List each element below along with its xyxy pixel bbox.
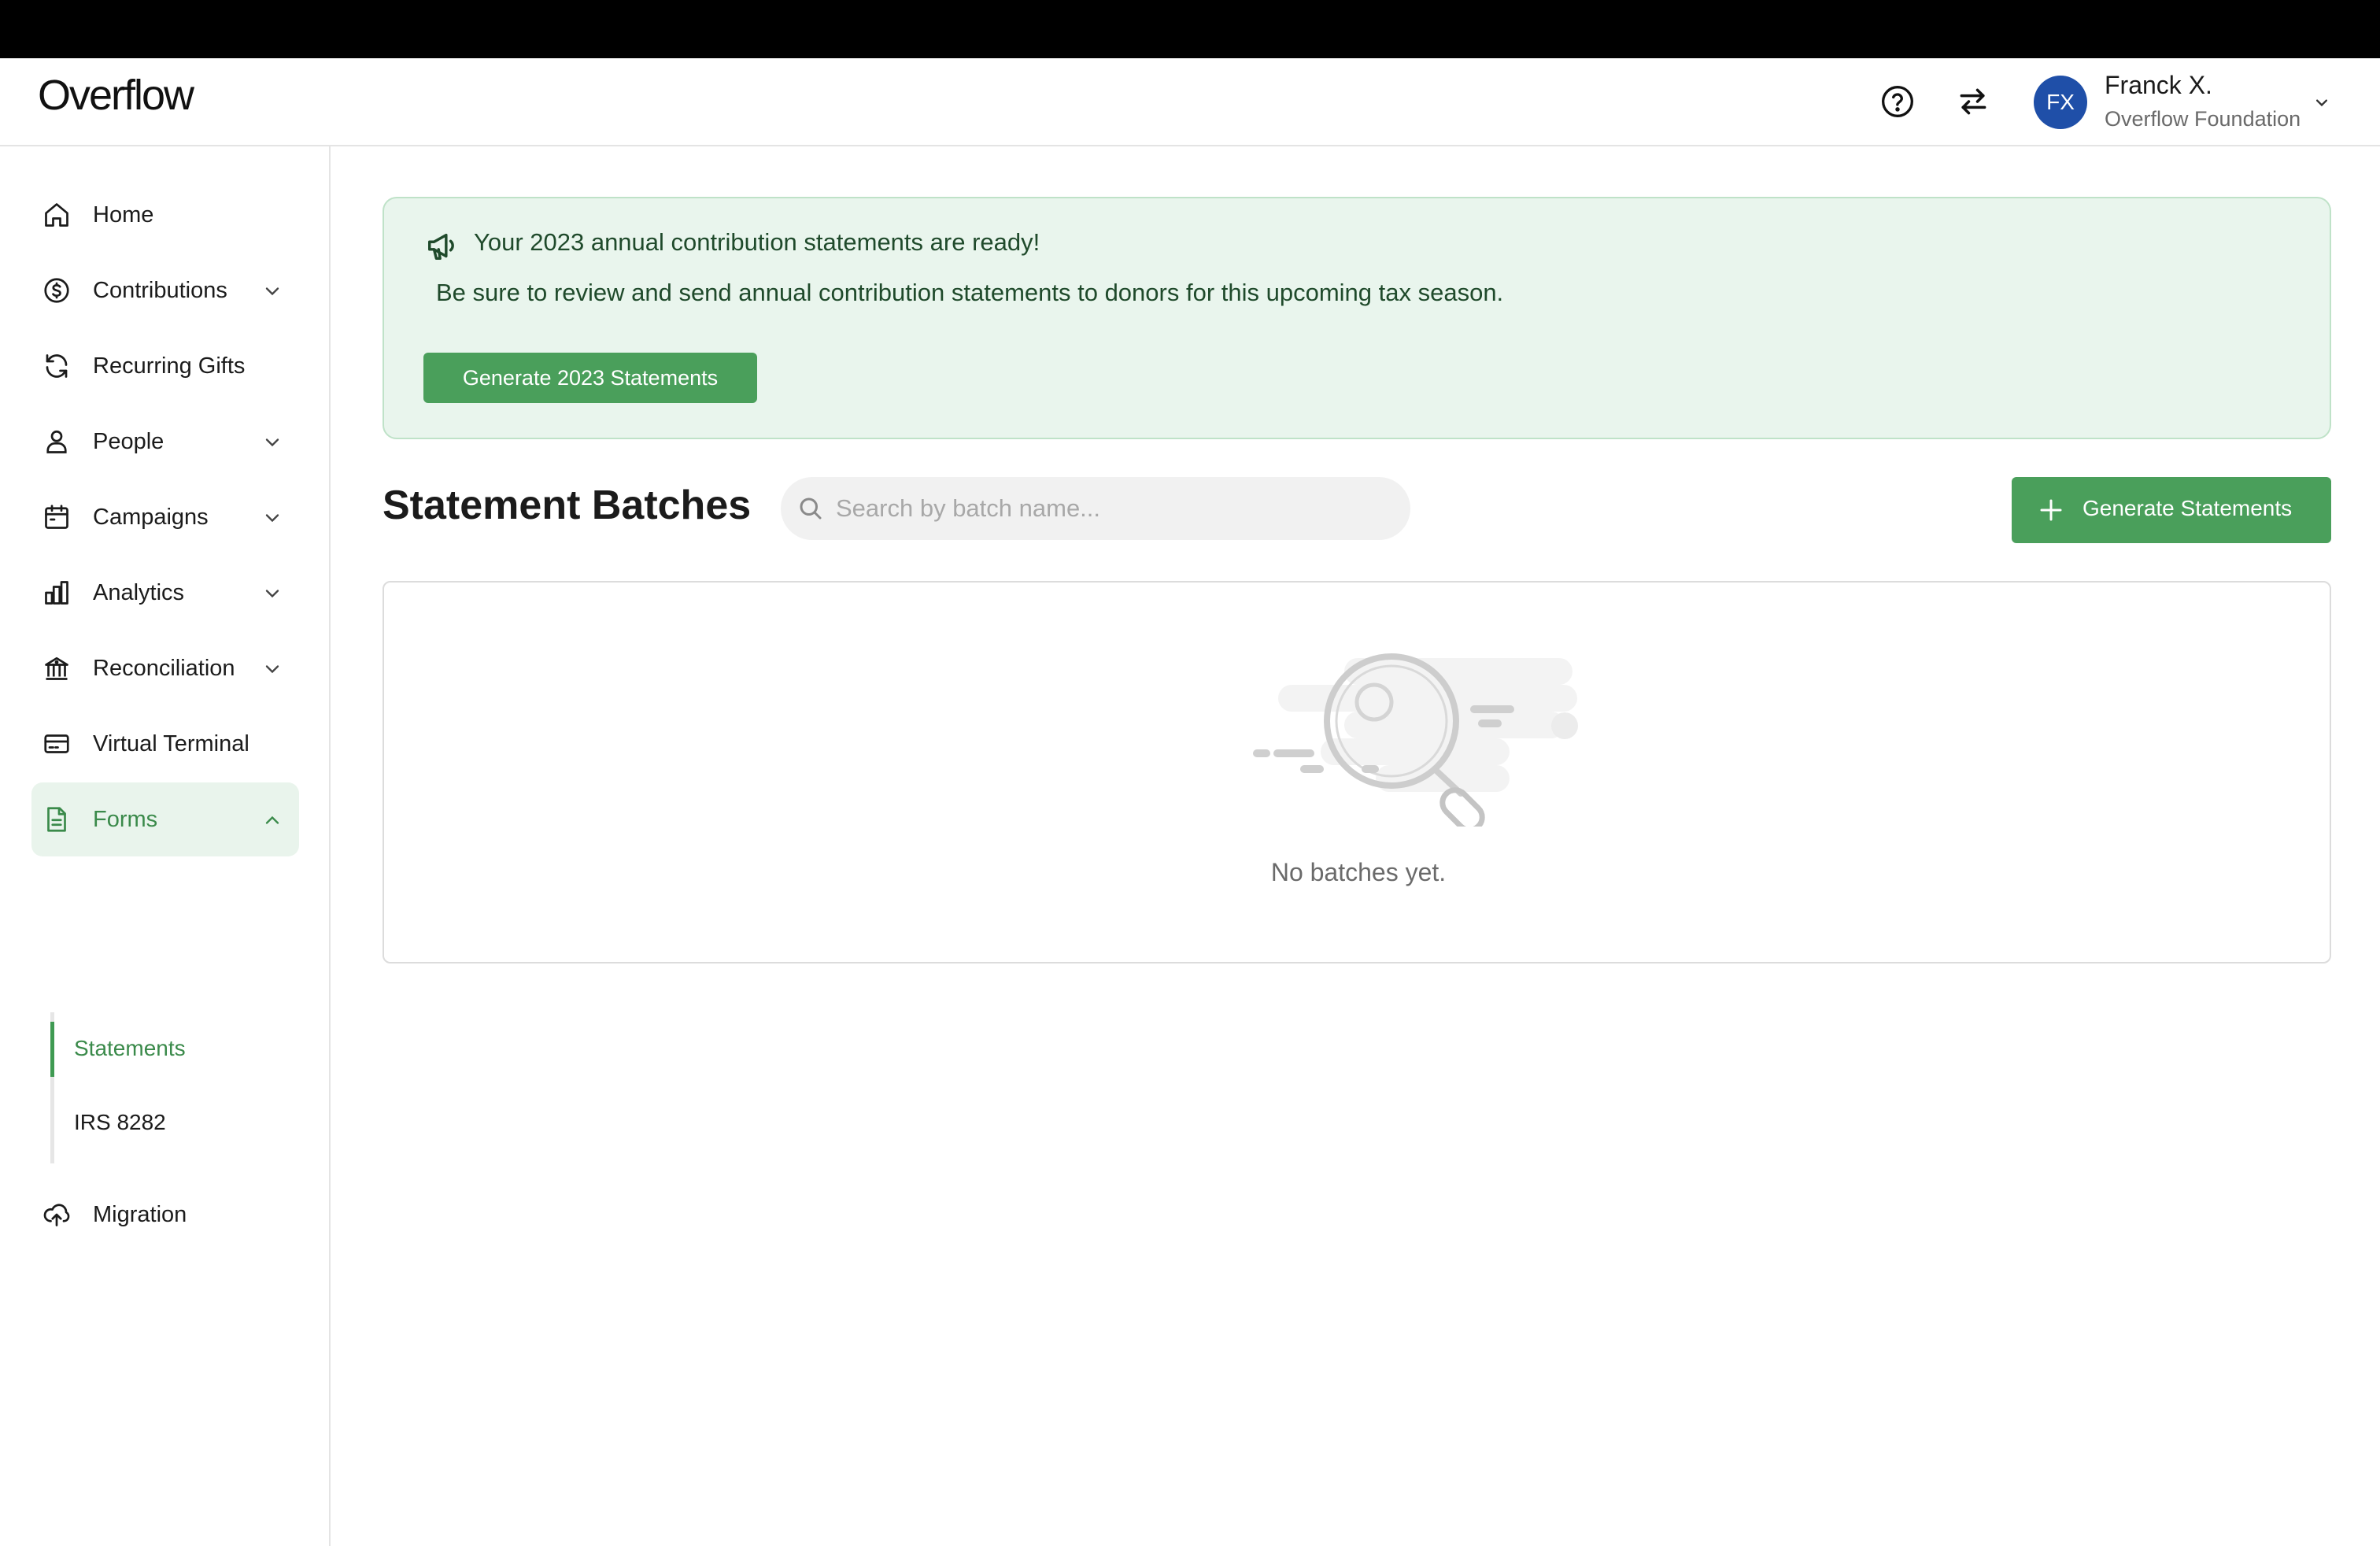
dollar-circle-icon [42,276,71,305]
statements-ready-banner: Your 2023 annual contribution statements… [382,197,2331,439]
chevron-down-icon [261,583,283,605]
upload-cloud-icon [42,1200,71,1229]
home-icon [42,201,71,229]
sidebar-item-recurring-gifts[interactable]: Recurring Gifts [31,329,299,403]
sidebar-item-people[interactable]: People [31,405,299,479]
bank-icon [42,654,71,682]
page-title: Statement Batches [382,483,752,528]
credit-card-icon [42,730,71,758]
sidebar-item-label: Migration [93,1201,187,1227]
sidebar-item-label: Analytics [93,579,185,605]
sidebar-item-contributions[interactable]: Contributions [31,253,299,327]
empty-state-message: No batches yet. [1270,858,1447,886]
sidebar-item-label: Campaigns [93,504,209,530]
calendar-icon [42,503,71,531]
sidebar-item-label: Forms [93,806,158,832]
sidebar-item-virtual-terminal[interactable]: Virtual Terminal [31,707,299,781]
megaphone-icon [425,228,461,264]
chevron-down-icon [261,507,283,529]
window-top-bar [0,0,2380,58]
generate-2023-statements-button[interactable]: Generate 2023 Statements [423,353,757,403]
document-icon [42,805,71,834]
banner-message: Be sure to review and send annual contri… [436,279,1504,306]
magnifier-illustration-icon [1253,653,1578,827]
sidebar-item-label: Home [93,202,154,227]
sidebar-item-label: Recurring Gifts [93,353,246,379]
help-circle-icon[interactable] [1876,80,1919,123]
sidebar-item-forms[interactable]: Forms [31,782,299,856]
app-header: Overflow FX Franck X. Overflow Foundatio… [0,58,2380,146]
sidebar-item-label: Virtual Terminal [93,730,249,756]
banner-title: Your 2023 annual contribution statements… [474,228,1040,256]
sidebar-item-migration[interactable]: Migration [31,1178,299,1252]
person-icon [42,427,71,456]
generate-statements-label: Generate Statements [2082,496,2293,520]
chevron-down-icon [261,431,283,453]
sidebar-subitem-statements[interactable]: Statements [74,1036,186,1061]
sidebar-item-home[interactable]: Home [31,178,299,252]
search-input[interactable] [836,477,1387,540]
chevron-down-icon [261,658,283,680]
chevron-down-icon[interactable] [2311,91,2333,113]
switch-arrows-icon[interactable] [1952,80,1994,123]
sidebar-item-label: Contributions [93,277,227,303]
user-name[interactable]: Franck X. [2105,71,2212,100]
refresh-icon [42,352,71,380]
chevron-up-icon [261,809,283,831]
main-content: Your 2023 annual contribution statements… [331,146,2380,1546]
sidebar: Home Contributions Recurring Gifts Peopl… [0,146,331,1546]
sidebar-item-reconciliation[interactable]: Reconciliation [31,631,299,705]
sidebar-item-label: People [93,428,164,454]
batch-search[interactable] [781,477,1410,540]
search-icon [796,494,825,523]
batches-empty-state: No batches yet. [382,581,2331,963]
sidebar-subitem-irs-8282[interactable]: IRS 8282 [74,1110,166,1135]
user-organization: Overflow Foundation [2105,107,2301,131]
subnav-active-indicator [50,1022,54,1077]
avatar[interactable]: FX [2034,76,2087,129]
plus-icon [2037,496,2065,524]
sidebar-item-label: Reconciliation [93,655,235,681]
sidebar-item-analytics[interactable]: Analytics [31,556,299,630]
chevron-down-icon [261,280,283,302]
bar-chart-icon [42,579,71,607]
app-logo[interactable]: Overflow [38,74,194,117]
generate-statements-button[interactable]: Generate Statements [2012,477,2331,543]
sidebar-item-campaigns[interactable]: Campaigns [31,480,299,554]
